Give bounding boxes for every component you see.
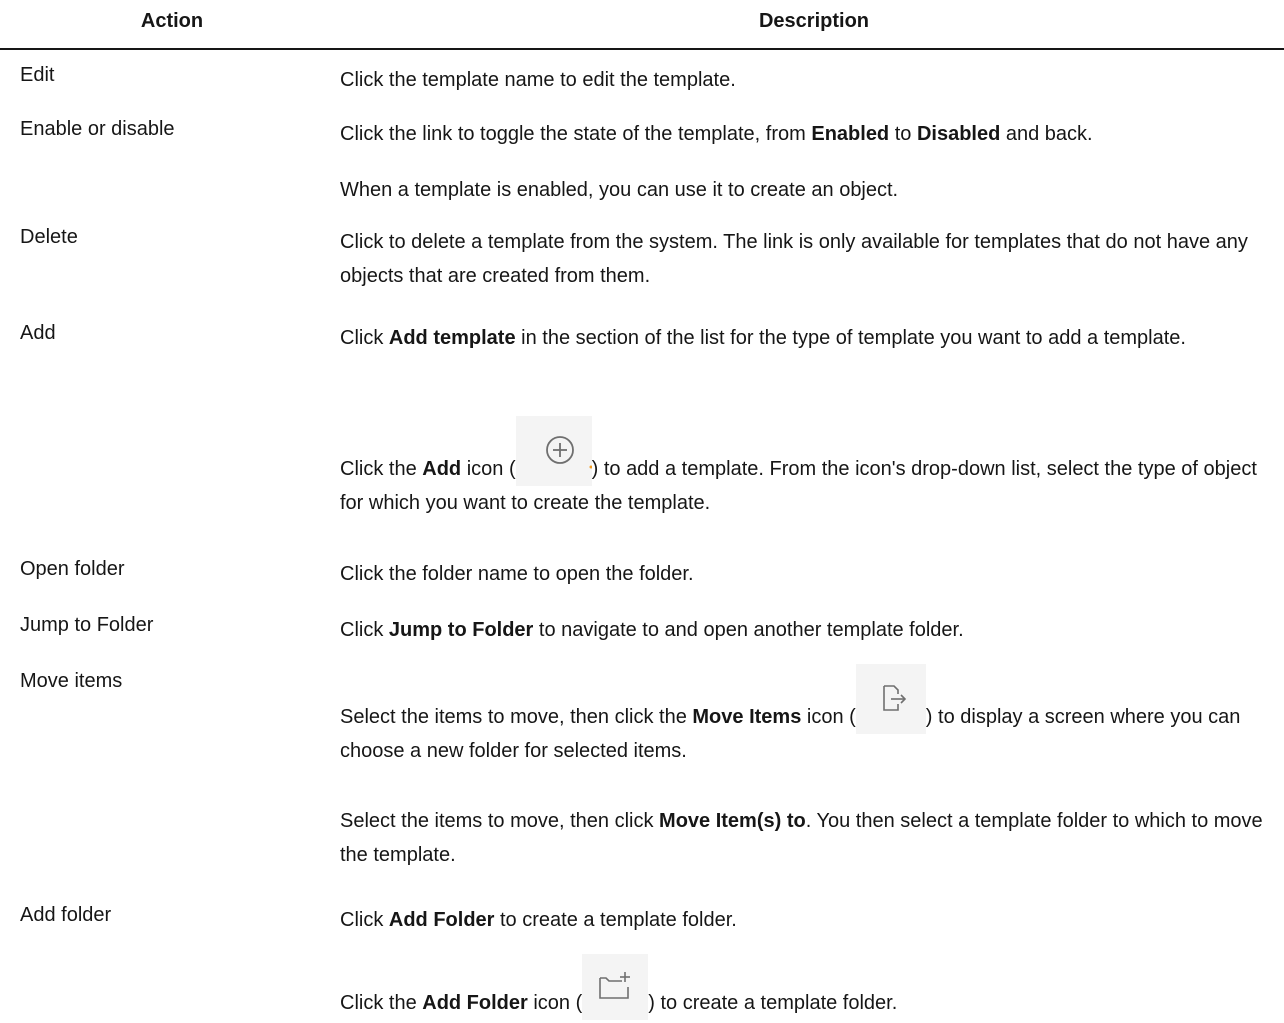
- text-span: Click: [340, 619, 389, 641]
- desc-open-folder: Click the folder name to open the folder…: [340, 563, 694, 585]
- bold-add-folder: Add Folder: [388, 909, 495, 931]
- table-header: Action Description: [0, 0, 1284, 50]
- text-span: icon (: [461, 458, 516, 480]
- bold-move-items: Move Items: [692, 706, 802, 728]
- bold-disabled: Disabled: [916, 123, 1001, 145]
- add-circle-icon-graphic: [545, 436, 592, 469]
- action-delete: Delete: [20, 226, 78, 248]
- desc-add-folder-p2: Click the Add Folder icon ( ) to create a…: [340, 954, 1270, 1020]
- move-items-icon: [855, 664, 926, 734]
- bold-jump: Jump to Folder: [388, 619, 534, 641]
- text-span: in the section of the list for the type …: [515, 327, 1186, 349]
- desc-delete: Click to delete a template from the syst…: [340, 231, 1248, 287]
- desc-add-p2: Click the Add icon () to add a template.…: [340, 416, 1270, 520]
- text-span: and back.: [1000, 123, 1093, 145]
- desc-move-p1: Select the items to move, then click the…: [340, 664, 1270, 768]
- text-span: to: [889, 123, 917, 145]
- action-edit: Edit: [20, 64, 55, 86]
- add-folder-icon: [582, 954, 649, 1020]
- move-items-icon-graphic: [882, 685, 906, 711]
- text-span: icon (: [801, 706, 856, 728]
- desc-jump: Click Jump to Folder to navigate to and …: [340, 613, 1270, 647]
- action-add-folder: Add folder: [20, 904, 112, 926]
- text-span: Click the link to toggle the state of th…: [340, 123, 812, 145]
- header-action: Action: [140, 10, 204, 32]
- text-span: Click the: [340, 992, 423, 1014]
- desc-add-p1: Click Add template in the section of the…: [340, 321, 1270, 355]
- action-open-folder: Open folder: [20, 558, 125, 580]
- desc-move-p2: Select the items to move, then click Mov…: [340, 804, 1270, 872]
- actions-table: Action Description Edit Click the templa…: [0, 0, 1284, 1020]
- desc-add-folder-p1: Click Add Folder to create a template fo…: [340, 903, 1270, 937]
- text-span: to navigate to and open another template…: [533, 619, 964, 641]
- text-span: Select the items to move, then click: [340, 810, 660, 832]
- text-span: Click the: [340, 458, 423, 480]
- action-move: Move items: [20, 670, 123, 692]
- bold-add-folder-icon: Add Folder: [422, 992, 528, 1014]
- text-span: Click: [340, 909, 389, 931]
- bold-add: Add: [422, 458, 462, 480]
- desc-edit: Click the template name to edit the temp…: [340, 69, 736, 91]
- action-add: Add: [20, 322, 56, 344]
- bold-add-template: Add template: [388, 327, 516, 349]
- text-span: Click: [340, 327, 389, 349]
- text-span: Select the items to move, then click the: [340, 706, 693, 728]
- action-jump: Jump to Folder: [20, 614, 154, 636]
- text-span: ) to create a template folder.: [648, 992, 898, 1014]
- text-span: icon (: [527, 992, 583, 1014]
- add-folder-icon-graphic: [599, 972, 631, 999]
- desc-enable-p1: Click the link to toggle the state of th…: [340, 117, 1270, 151]
- add-circle-icon: [515, 416, 592, 486]
- text-span: to create a template folder.: [494, 909, 737, 931]
- header-description: Description: [758, 10, 870, 32]
- bold-move-items-to: Move Item(s) to: [659, 810, 806, 832]
- bold-enabled: Enabled: [811, 123, 890, 145]
- action-enable: Enable or disable: [20, 118, 175, 140]
- desc-enable-p2: When a template is enabled, you can use …: [340, 179, 899, 201]
